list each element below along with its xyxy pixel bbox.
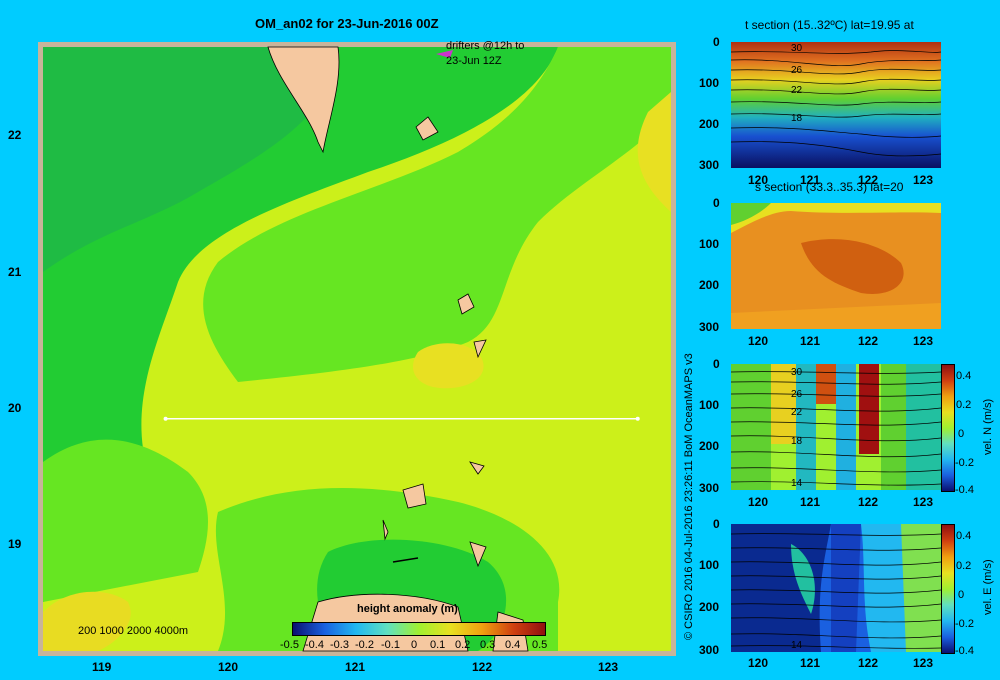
section-line-end bbox=[635, 416, 640, 421]
panel-t-ytick: 100 bbox=[699, 76, 720, 90]
panel-ve: 14 bbox=[730, 524, 942, 652]
panel-s-ytick: 100 bbox=[699, 237, 720, 251]
panel-vn-ytick: 200 bbox=[699, 439, 720, 453]
panel-s-ytick: 300 bbox=[699, 320, 720, 334]
map-region-center-high bbox=[413, 343, 484, 389]
contour-label: 22 bbox=[791, 407, 803, 418]
colorbar-tick: 0.2 bbox=[455, 639, 471, 651]
panel-t-ytick: 200 bbox=[699, 117, 720, 131]
map-y-tick: 19 bbox=[8, 537, 22, 551]
drifter-note-1: drifters @12h to bbox=[446, 40, 525, 52]
panel-vn-xtick: 120 bbox=[748, 495, 769, 509]
panel-t-xtick: 120 bbox=[748, 173, 769, 187]
map-x-tick: 123 bbox=[598, 660, 619, 674]
contour-label: 14 bbox=[791, 478, 803, 489]
panel-vn-ytick: 100 bbox=[699, 398, 720, 412]
map-y-tick: 22 bbox=[8, 128, 22, 142]
map-y-tick: 20 bbox=[8, 401, 22, 415]
contour-label: 30 bbox=[791, 43, 803, 54]
contour-label: 14 bbox=[791, 640, 803, 651]
panel-ve-colorbar bbox=[941, 524, 955, 654]
map-x-tick: 119 bbox=[92, 660, 112, 674]
panel-vn-xtick: 122 bbox=[858, 495, 879, 509]
panel-ve-ytick: 300 bbox=[699, 643, 720, 657]
contour-label: 30 bbox=[791, 367, 803, 378]
map-x-tick: 122 bbox=[472, 660, 493, 674]
colorbar-tick: 0.2 bbox=[956, 399, 972, 411]
panel-s-xtick: 123 bbox=[913, 334, 934, 348]
panel-vn-xtick: 121 bbox=[800, 495, 821, 509]
panel-s-title: s section (33.3..35.3) lat=20 bbox=[755, 180, 904, 194]
panel-s-ytick: 0 bbox=[713, 196, 720, 210]
panel-s-xtick: 120 bbox=[748, 334, 769, 348]
main-map bbox=[38, 42, 676, 656]
vn-colorbar-label: vel. N (m/s) bbox=[982, 398, 994, 455]
panel-vn-colorbar bbox=[941, 364, 955, 492]
panel-ve-ytick: 0 bbox=[713, 517, 720, 531]
panel-ve-xtick: 120 bbox=[748, 656, 769, 670]
colorbar-tick: -0.5 bbox=[280, 639, 299, 651]
colorbar-tick: 0.5 bbox=[532, 639, 548, 651]
colorbar-tick: 0 bbox=[958, 428, 965, 440]
colorbar-tick: -0.4 bbox=[955, 645, 974, 657]
map-x-tick: 121 bbox=[345, 660, 366, 674]
panel-s-xtick: 122 bbox=[858, 334, 879, 348]
panel-ve-ytick: 200 bbox=[699, 600, 720, 614]
colorbar bbox=[292, 622, 546, 636]
colorbar-tick: -0.4 bbox=[955, 484, 974, 496]
panel-s-xtick: 121 bbox=[800, 334, 821, 348]
panel-t-xtick: 122 bbox=[858, 173, 879, 187]
panel-vn-ytick: 0 bbox=[713, 357, 720, 371]
colorbar-tick: -0.1 bbox=[381, 639, 400, 651]
colorbar-tick: 0.4 bbox=[956, 370, 972, 382]
panel-t-ytick: 0 bbox=[713, 35, 720, 49]
contour-label: 26 bbox=[791, 65, 803, 76]
contour-label: 18 bbox=[791, 113, 803, 124]
contour-label: 26 bbox=[791, 389, 803, 400]
colorbar-tick: -0.2 bbox=[955, 457, 974, 469]
panel-ve-xtick: 122 bbox=[858, 656, 879, 670]
panel-ve-ytick: 100 bbox=[699, 558, 720, 572]
colorbar-tick: 0.4 bbox=[956, 530, 972, 542]
panel-t: 30 26 22 18 bbox=[730, 42, 942, 168]
panel-t-ytick: 300 bbox=[699, 158, 720, 172]
credit-text: © CSIRO 2016 04-Jul-2016 23:26:11 BoM Oc… bbox=[683, 353, 695, 640]
colorbar-tick: 0.3 bbox=[480, 639, 496, 651]
panel-vn-ytick: 300 bbox=[699, 481, 720, 495]
map-y-tick: 21 bbox=[8, 265, 22, 279]
colorbar-tick: 0 bbox=[958, 589, 965, 601]
colorbar-tick: 0.4 bbox=[505, 639, 521, 651]
section-line-start bbox=[163, 416, 168, 421]
panel-s bbox=[731, 203, 941, 329]
drifter-note-2: 23-Jun 12Z bbox=[446, 55, 502, 67]
depth-legend: 200 1000 2000 4000m bbox=[78, 625, 189, 637]
colorbar-tick: -0.2 bbox=[955, 618, 974, 630]
colorbar-tick: 0.1 bbox=[430, 639, 446, 651]
panel-vn: 30 26 22 18 14 bbox=[730, 364, 942, 490]
contour-label: 22 bbox=[791, 85, 803, 96]
panel-ve-xtick: 123 bbox=[913, 656, 934, 670]
colorbar-tick: 0.2 bbox=[956, 560, 972, 572]
panel-t-xtick: 121 bbox=[800, 173, 821, 187]
panel-t-title: t section (15..32ºC) lat=19.95 at bbox=[745, 18, 914, 32]
panel-t-xtick: 123 bbox=[913, 173, 934, 187]
panel-s-ytick: 200 bbox=[699, 278, 720, 292]
colorbar-tick: -0.3 bbox=[330, 639, 349, 651]
panel-ve-xtick: 121 bbox=[800, 656, 821, 670]
ve-colorbar-label: vel. E (m/s) bbox=[982, 559, 994, 615]
contour-label: 18 bbox=[791, 436, 803, 447]
colorbar-tick: -0.4 bbox=[305, 639, 324, 651]
colorbar-tick: -0.2 bbox=[355, 639, 374, 651]
colorbar-ticks: -0.5 -0.4 -0.3 -0.2 -0.1 0 0.1 0.2 0.3 0… bbox=[280, 639, 550, 653]
panel-vn-xtick: 123 bbox=[913, 495, 934, 509]
colorbar-title: height anomaly (m) bbox=[357, 603, 458, 615]
map-title: OM_an02 for 23-Jun-2016 00Z bbox=[255, 16, 439, 31]
panel-ve-contour-labels: 14 bbox=[791, 640, 803, 651]
map-x-tick: 120 bbox=[218, 660, 239, 674]
colorbar-tick: 0 bbox=[411, 639, 418, 651]
